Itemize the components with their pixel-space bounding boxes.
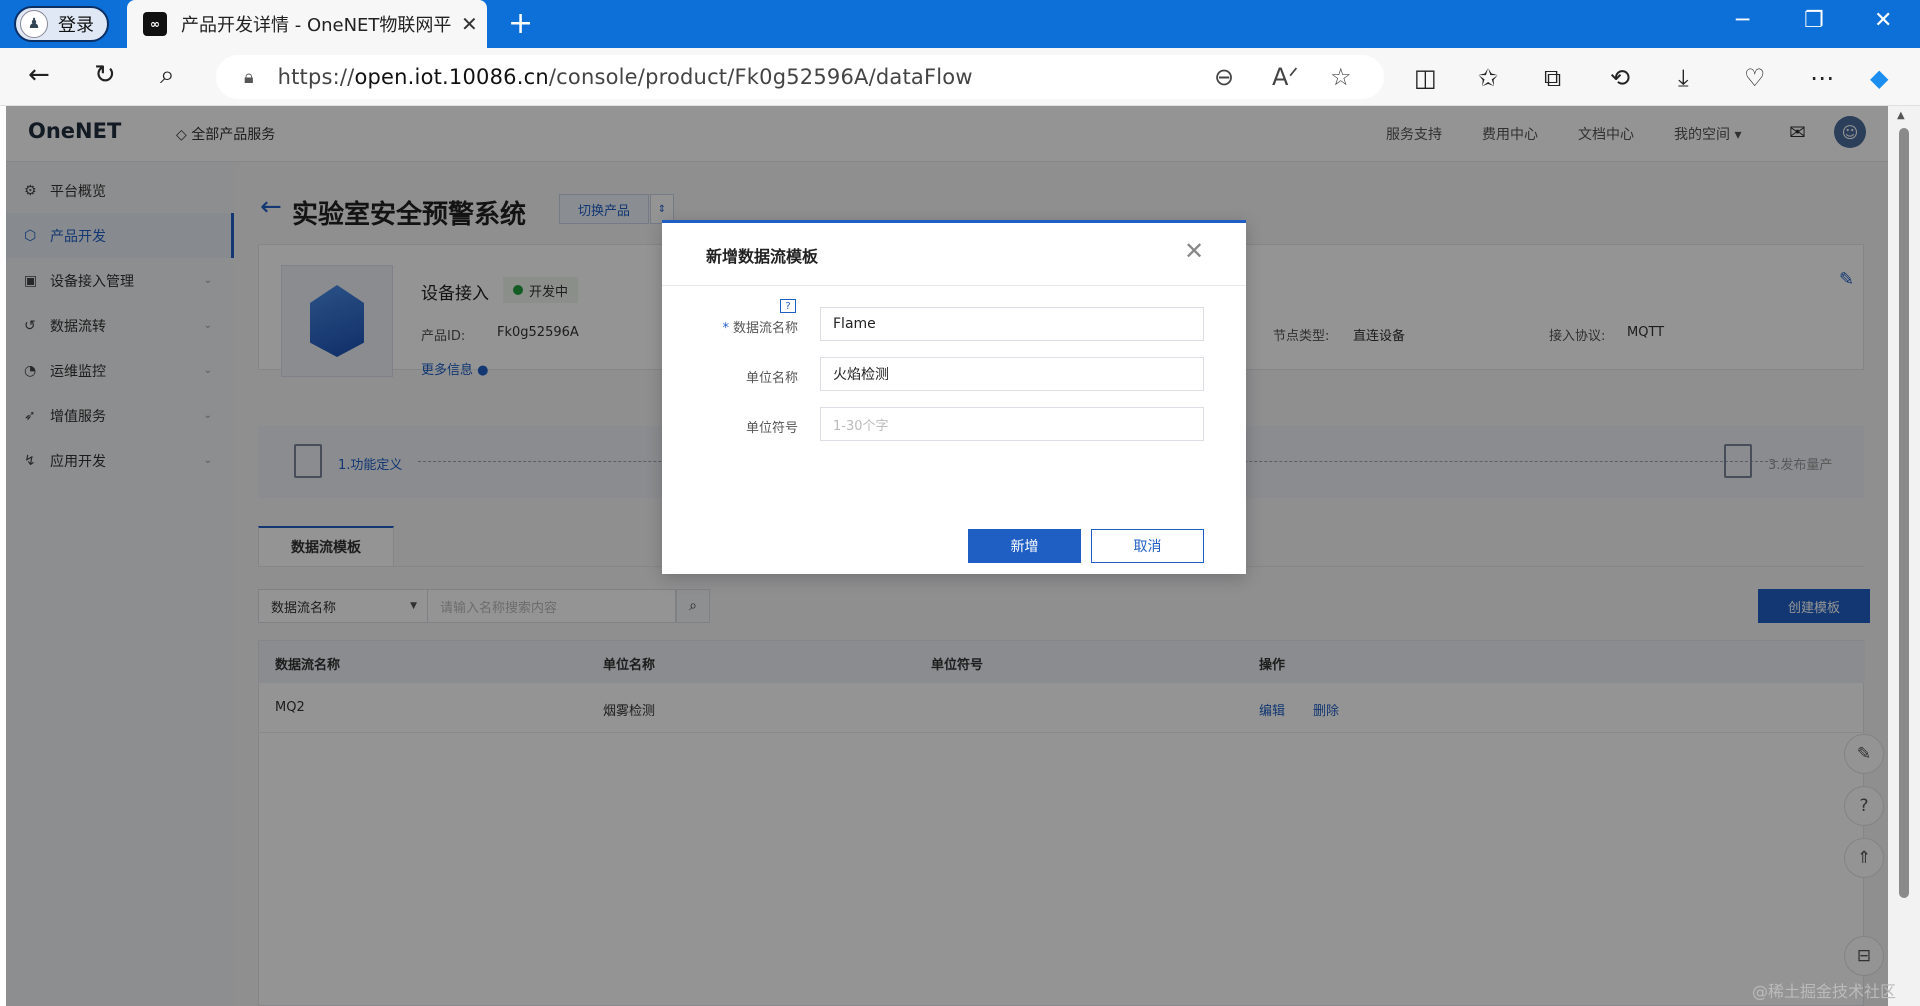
url-host: open.iot.10086.cn bbox=[354, 65, 549, 89]
window-close-icon[interactable]: ✕ bbox=[1874, 8, 1892, 33]
search-icon[interactable]: ⌕ bbox=[160, 60, 175, 91]
address-bar[interactable]: 🔒︎ https://open.iot.10086.cn/console/pro… bbox=[216, 55, 1384, 99]
dataflow-name-input[interactable]: Flame bbox=[820, 307, 1204, 341]
download-icon[interactable]: ⤓ bbox=[1678, 64, 1689, 92]
more-menu-icon[interactable]: ⋯ bbox=[1810, 64, 1834, 92]
add-dataflow-modal: 新增数据流模板 ✕ ? * 数据流名称 Flame 单位名称 火焰检测 单位符号 … bbox=[662, 220, 1246, 574]
modal-divider bbox=[662, 285, 1246, 286]
unit-symbol-input[interactable]: 1-30个字 bbox=[820, 407, 1204, 441]
profile-avatar-icon: ♟ bbox=[20, 10, 48, 38]
page: OneNET ◇ 全部产品服务 服务支持 费用中心 文档中心 我的空间 ▾ ✉ … bbox=[6, 106, 1888, 1006]
favorite-star-icon[interactable]: ☆ bbox=[1330, 63, 1352, 91]
required-mark: * bbox=[722, 321, 729, 336]
copilot-icon[interactable]: ◆ bbox=[1870, 64, 1888, 92]
browser-tab-active[interactable]: ∞ 产品开发详情 - OneNET物联网平 ✕ bbox=[127, 0, 487, 48]
tab-close-icon[interactable]: ✕ bbox=[461, 12, 478, 36]
new-tab-icon[interactable]: + bbox=[508, 6, 533, 41]
scroll-thumb[interactable] bbox=[1899, 128, 1909, 898]
browser-tabbar: ♟ 登录 ∞ 产品开发详情 - OneNET物联网平 ✕ + ─ ❐ ✕ bbox=[0, 0, 1920, 48]
scroll-up-icon[interactable]: ▲ bbox=[1897, 110, 1905, 121]
url-scheme: https:// bbox=[277, 65, 355, 89]
browser-toolbar: ← ↻ ⌕ 🔒︎ https://open.iot.10086.cn/conso… bbox=[0, 48, 1920, 106]
performance-icon[interactable]: ♡ bbox=[1744, 64, 1766, 92]
favorites-icon[interactable]: ✩ bbox=[1478, 64, 1498, 92]
onenet-favicon-icon: ∞ bbox=[143, 12, 167, 36]
close-icon[interactable]: ✕ bbox=[1184, 237, 1204, 265]
lock-icon[interactable]: 🔒︎ bbox=[244, 67, 254, 88]
page-scrollbar[interactable]: ▲ bbox=[1888, 106, 1920, 1006]
back-icon[interactable]: ← bbox=[28, 60, 50, 90]
read-aloud-icon[interactable]: Aᐟ bbox=[1272, 63, 1299, 91]
tab-title: 产品开发详情 - OneNET物联网平 bbox=[181, 15, 451, 36]
split-screen-icon[interactable]: ◫ bbox=[1414, 64, 1437, 92]
field-name-label-text: 数据流名称 bbox=[732, 321, 798, 336]
profile-button[interactable]: ♟ 登录 bbox=[14, 6, 109, 42]
history-icon[interactable]: ⟲ bbox=[1610, 64, 1630, 92]
profile-label: 登录 bbox=[58, 15, 94, 36]
unit-name-input[interactable]: 火焰检测 bbox=[820, 357, 1204, 391]
unit-symbol-label: 单位符号 bbox=[745, 421, 798, 436]
reload-icon[interactable]: ↻ bbox=[94, 60, 116, 90]
url-text: https://open.iot.10086.cn/console/produc… bbox=[278, 65, 973, 89]
watermark-text: @稀土掘金技术社区 bbox=[1752, 982, 1897, 1001]
zoom-out-icon[interactable]: ⊖ bbox=[1214, 63, 1234, 91]
cancel-button[interactable]: 取消 bbox=[1091, 529, 1204, 563]
collections-icon[interactable]: ⧉ bbox=[1544, 64, 1561, 92]
question-help-icon[interactable]: ? bbox=[780, 299, 796, 313]
field-name-label: * 数据流名称 bbox=[662, 317, 798, 336]
modal-title: 新增数据流模板 bbox=[706, 247, 819, 266]
restore-icon[interactable]: ❐ bbox=[1804, 8, 1824, 33]
minimize-icon[interactable]: ─ bbox=[1736, 8, 1749, 33]
url-path: /console/product/Fk0g52596A/dataFlow bbox=[548, 65, 973, 89]
confirm-add-button[interactable]: 新增 bbox=[968, 529, 1081, 563]
unit-name-label: 单位名称 bbox=[745, 371, 798, 386]
